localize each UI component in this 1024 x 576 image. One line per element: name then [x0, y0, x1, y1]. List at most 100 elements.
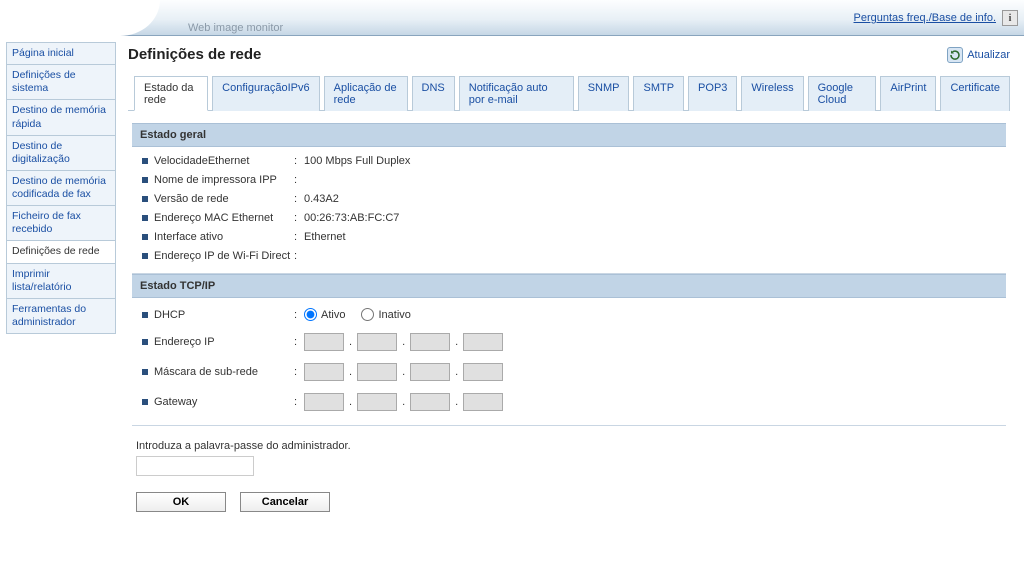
info-value: 100 Mbps Full Duplex: [304, 155, 410, 167]
bullet-icon: [142, 196, 148, 202]
label-ip: Endereço IP: [154, 336, 294, 348]
tab[interactable]: POP3: [688, 76, 737, 111]
tab[interactable]: Estado da rede: [134, 76, 208, 111]
gateway-fields: ...: [304, 393, 503, 411]
tab[interactable]: ConfiguraçãoIPv6: [212, 76, 319, 111]
info-icon[interactable]: i: [1002, 10, 1018, 26]
bullet-icon: [142, 215, 148, 221]
cancel-button[interactable]: Cancelar: [240, 492, 330, 512]
tab[interactable]: Google Cloud: [808, 76, 877, 111]
dot-separator: .: [348, 366, 353, 378]
sidebar-item[interactable]: Ferramentas do administrador: [6, 298, 116, 334]
tab[interactable]: SNMP: [578, 76, 630, 111]
dot-separator: .: [454, 366, 459, 378]
mask-octet[interactable]: [304, 363, 344, 381]
bullet-icon: [142, 177, 148, 183]
bullet-icon: [142, 158, 148, 164]
radio-dhcp-active-input[interactable]: [304, 308, 317, 321]
main-content: Definições de rede Atualizar Estado da r…: [120, 36, 1024, 576]
page-title: Definições de rede: [128, 46, 261, 63]
gateway-octet[interactable]: [357, 393, 397, 411]
info-row: Endereço MAC Ethernet:00:26:73:AB:FC:C7: [142, 208, 996, 227]
mask-octet[interactable]: [463, 363, 503, 381]
info-label: Endereço IP de Wi-Fi Direct: [154, 250, 294, 262]
row-ip: Endereço IP : ...: [142, 327, 996, 357]
sidebar: Página inicialDefinições de sistemaDesti…: [0, 36, 120, 576]
ip-octet[interactable]: [357, 333, 397, 351]
sidebar-item[interactable]: Ficheiro de fax recebido: [6, 205, 116, 241]
bullet-icon: [142, 253, 148, 259]
ip-fields: ...: [304, 333, 503, 351]
ip-octet[interactable]: [410, 333, 450, 351]
mask-fields: ...: [304, 363, 503, 381]
dot-separator: .: [454, 396, 459, 408]
tab[interactable]: DNS: [412, 76, 455, 111]
bullet-icon: [142, 399, 148, 405]
sidebar-item[interactable]: Imprimir lista/relatório: [6, 263, 116, 299]
dot-separator: .: [348, 396, 353, 408]
tab[interactable]: Certificate: [940, 76, 1010, 111]
section-header-tcpip: Estado TCP/IP: [132, 274, 1006, 298]
sidebar-item[interactable]: Destino de memória rápida: [6, 99, 116, 135]
label-gateway: Gateway: [154, 396, 294, 408]
info-row: Nome de impressora IPP:: [142, 170, 996, 189]
ok-button[interactable]: OK: [136, 492, 226, 512]
info-value: 0.43A2: [304, 193, 339, 205]
refresh-icon: [947, 47, 963, 63]
sidebar-item[interactable]: Definições de sistema: [6, 64, 116, 100]
bullet-icon: [142, 369, 148, 375]
gateway-octet[interactable]: [410, 393, 450, 411]
bullet-icon: [142, 312, 148, 318]
info-row: Interface ativo:Ethernet: [142, 227, 996, 246]
info-value: Ethernet: [304, 231, 346, 243]
section-body-general: VelocidadeEthernet:100 Mbps Full DuplexN…: [132, 147, 1006, 274]
mask-octet[interactable]: [357, 363, 397, 381]
ip-octet[interactable]: [304, 333, 344, 351]
info-value: 00:26:73:AB:FC:C7: [304, 212, 399, 224]
row-gateway: Gateway : ...: [142, 387, 996, 417]
gateway-octet[interactable]: [463, 393, 503, 411]
dot-separator: .: [401, 396, 406, 408]
admin-password-input[interactable]: [136, 456, 254, 476]
info-row: Endereço IP de Wi-Fi Direct:: [142, 246, 996, 265]
sidebar-item[interactable]: Definições de rede: [6, 240, 116, 263]
bullet-icon: [142, 234, 148, 240]
sidebar-item[interactable]: Página inicial: [6, 42, 116, 65]
mask-octet[interactable]: [410, 363, 450, 381]
gateway-octet[interactable]: [304, 393, 344, 411]
bullet-icon: [142, 339, 148, 345]
info-label: Versão de rede: [154, 193, 294, 205]
monitor-label: Web image monitor: [188, 22, 283, 34]
info-label: Nome de impressora IPP: [154, 174, 294, 186]
info-row: Versão de rede:0.43A2: [142, 189, 996, 208]
info-label: VelocidadeEthernet: [154, 155, 294, 167]
refresh-button[interactable]: Atualizar: [947, 47, 1010, 63]
sidebar-item[interactable]: Destino de memória codificada de fax: [6, 170, 116, 206]
tab[interactable]: Wireless: [741, 76, 803, 111]
label-dhcp: DHCP: [154, 309, 294, 321]
faq-link[interactable]: Perguntas freq./Base de info.: [854, 12, 996, 24]
tabs: Estado da redeConfiguraçãoIPv6Aplicação …: [128, 75, 1010, 111]
header: Web image monitor Perguntas freq./Base d…: [0, 0, 1024, 36]
tab[interactable]: Aplicação de rede: [324, 76, 408, 111]
dot-separator: .: [348, 336, 353, 348]
admin-area: Introduza a palavra-passe do administrad…: [132, 440, 1006, 476]
dot-separator: .: [454, 336, 459, 348]
admin-prompt: Introduza a palavra-passe do administrad…: [136, 440, 1006, 452]
info-label: Endereço MAC Ethernet: [154, 212, 294, 224]
refresh-label: Atualizar: [967, 49, 1010, 61]
dot-separator: .: [401, 336, 406, 348]
ip-octet[interactable]: [463, 333, 503, 351]
info-row: VelocidadeEthernet:100 Mbps Full Duplex: [142, 151, 996, 170]
tab[interactable]: SMTP: [633, 76, 684, 111]
section-header-general: Estado geral: [132, 123, 1006, 147]
info-label: Interface ativo: [154, 231, 294, 243]
radio-dhcp-inactive[interactable]: Inativo: [361, 308, 410, 321]
row-dhcp: DHCP : Ativo Inativo: [142, 302, 996, 327]
radio-dhcp-inactive-input[interactable]: [361, 308, 374, 321]
radio-dhcp-active[interactable]: Ativo: [304, 308, 345, 321]
tab[interactable]: Notificação auto por e-mail: [459, 76, 574, 111]
tab[interactable]: AirPrint: [880, 76, 936, 111]
label-mask: Máscara de sub-rede: [154, 366, 294, 378]
sidebar-item[interactable]: Destino de digitalização: [6, 135, 116, 171]
